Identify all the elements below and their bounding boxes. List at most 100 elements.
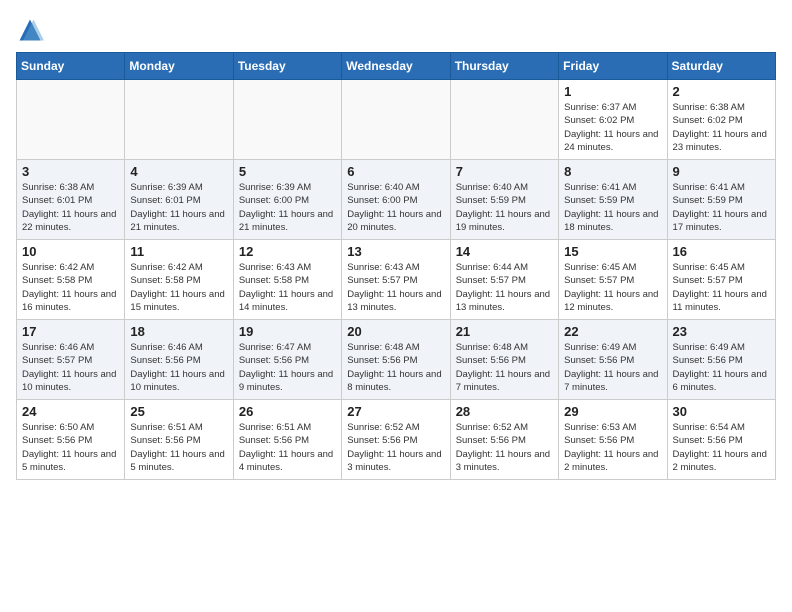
calendar-week-3: 10 Sunrise: 6:42 AM Sunset: 5:58 PM Dayli… (17, 240, 776, 320)
day-info: Sunrise: 6:48 AM Sunset: 5:56 PM Dayligh… (456, 341, 553, 394)
day-info: Sunrise: 6:51 AM Sunset: 5:56 PM Dayligh… (130, 421, 227, 474)
page-header (16, 16, 776, 44)
day-number: 1 (564, 84, 661, 99)
day-number: 16 (673, 244, 770, 259)
day-number: 9 (673, 164, 770, 179)
calendar-cell: 7 Sunrise: 6:40 AM Sunset: 5:59 PM Daylig… (450, 160, 558, 240)
calendar-week-5: 24 Sunrise: 6:50 AM Sunset: 5:56 PM Dayli… (17, 400, 776, 480)
col-header-wednesday: Wednesday (342, 53, 450, 80)
calendar-cell: 8 Sunrise: 6:41 AM Sunset: 5:59 PM Daylig… (559, 160, 667, 240)
day-number: 22 (564, 324, 661, 339)
day-info: Sunrise: 6:39 AM Sunset: 6:01 PM Dayligh… (130, 181, 227, 234)
day-number: 15 (564, 244, 661, 259)
calendar-cell: 2Sunrise: 6:38 AM Sunset: 6:02 PM Daylig… (667, 80, 775, 160)
calendar-week-2: 3 Sunrise: 6:38 AM Sunset: 6:01 PM Daylig… (17, 160, 776, 240)
day-number: 29 (564, 404, 661, 419)
day-info: Sunrise: 6:37 AM Sunset: 6:02 PM Dayligh… (564, 101, 661, 154)
day-info: Sunrise: 6:52 AM Sunset: 5:56 PM Dayligh… (456, 421, 553, 474)
day-number: 20 (347, 324, 444, 339)
day-number: 11 (130, 244, 227, 259)
day-info: Sunrise: 6:38 AM Sunset: 6:02 PM Dayligh… (673, 101, 770, 154)
day-info: Sunrise: 6:49 AM Sunset: 5:56 PM Dayligh… (673, 341, 770, 394)
day-number: 25 (130, 404, 227, 419)
calendar-cell: 21Sunrise: 6:48 AM Sunset: 5:56 PM Dayli… (450, 320, 558, 400)
day-number: 10 (22, 244, 119, 259)
calendar-cell: 23 Sunrise: 6:49 AM Sunset: 5:56 PM Dayli… (667, 320, 775, 400)
calendar-cell: 4Sunrise: 6:39 AM Sunset: 6:01 PM Daylig… (125, 160, 233, 240)
day-info: Sunrise: 6:46 AM Sunset: 5:57 PM Dayligh… (22, 341, 119, 394)
day-number: 18 (130, 324, 227, 339)
calendar-week-1: 1 Sunrise: 6:37 AM Sunset: 6:02 PM Daylig… (17, 80, 776, 160)
day-number: 5 (239, 164, 336, 179)
calendar-week-4: 17Sunrise: 6:46 AM Sunset: 5:57 PM Dayli… (17, 320, 776, 400)
logo-icon (16, 16, 44, 44)
col-header-sunday: Sunday (17, 53, 125, 80)
day-number: 19 (239, 324, 336, 339)
day-info: Sunrise: 6:49 AM Sunset: 5:56 PM Dayligh… (564, 341, 661, 394)
day-number: 12 (239, 244, 336, 259)
day-info: Sunrise: 6:54 AM Sunset: 5:56 PM Dayligh… (673, 421, 770, 474)
calendar-cell: 30Sunrise: 6:54 AM Sunset: 5:56 PM Dayli… (667, 400, 775, 480)
day-number: 7 (456, 164, 553, 179)
calendar-cell: 10Sunrise: 6:42 AM Sunset: 5:58 PM Dayli… (17, 240, 125, 320)
col-header-tuesday: Tuesday (233, 53, 341, 80)
calendar-cell: 22 Sunrise: 6:49 AM Sunset: 5:56 PM Dayli… (559, 320, 667, 400)
day-info: Sunrise: 6:39 AM Sunset: 6:00 PM Dayligh… (239, 181, 336, 234)
calendar-table: SundayMondayTuesdayWednesdayThursdayFrid… (16, 52, 776, 480)
col-header-thursday: Thursday (450, 53, 558, 80)
day-number: 3 (22, 164, 119, 179)
day-number: 8 (564, 164, 661, 179)
calendar-cell: 17Sunrise: 6:46 AM Sunset: 5:57 PM Dayli… (17, 320, 125, 400)
calendar-cell (233, 80, 341, 160)
calendar-cell: 14 Sunrise: 6:44 AM Sunset: 5:57 PM Dayli… (450, 240, 558, 320)
day-info: Sunrise: 6:50 AM Sunset: 5:56 PM Dayligh… (22, 421, 119, 474)
calendar-cell: 13 Sunrise: 6:43 AM Sunset: 5:57 PM Dayli… (342, 240, 450, 320)
calendar-cell: 25 Sunrise: 6:51 AM Sunset: 5:56 PM Dayli… (125, 400, 233, 480)
calendar-cell: 24 Sunrise: 6:50 AM Sunset: 5:56 PM Dayli… (17, 400, 125, 480)
day-number: 14 (456, 244, 553, 259)
calendar-cell: 1 Sunrise: 6:37 AM Sunset: 6:02 PM Daylig… (559, 80, 667, 160)
day-info: Sunrise: 6:48 AM Sunset: 5:56 PM Dayligh… (347, 341, 444, 394)
calendar-cell: 6Sunrise: 6:40 AM Sunset: 6:00 PM Daylig… (342, 160, 450, 240)
col-header-saturday: Saturday (667, 53, 775, 80)
day-number: 23 (673, 324, 770, 339)
logo (16, 16, 48, 44)
calendar-cell: 19 Sunrise: 6:47 AM Sunset: 5:56 PM Dayli… (233, 320, 341, 400)
day-info: Sunrise: 6:41 AM Sunset: 5:59 PM Dayligh… (564, 181, 661, 234)
day-number: 24 (22, 404, 119, 419)
day-info: Sunrise: 6:43 AM Sunset: 5:58 PM Dayligh… (239, 261, 336, 314)
calendar-cell: 9 Sunrise: 6:41 AM Sunset: 5:59 PM Daylig… (667, 160, 775, 240)
day-info: Sunrise: 6:38 AM Sunset: 6:01 PM Dayligh… (22, 181, 119, 234)
calendar-cell: 27Sunrise: 6:52 AM Sunset: 5:56 PM Dayli… (342, 400, 450, 480)
day-number: 27 (347, 404, 444, 419)
calendar-cell (125, 80, 233, 160)
day-number: 28 (456, 404, 553, 419)
calendar-cell: 3 Sunrise: 6:38 AM Sunset: 6:01 PM Daylig… (17, 160, 125, 240)
day-info: Sunrise: 6:47 AM Sunset: 5:56 PM Dayligh… (239, 341, 336, 394)
day-info: Sunrise: 6:53 AM Sunset: 5:56 PM Dayligh… (564, 421, 661, 474)
day-info: Sunrise: 6:42 AM Sunset: 5:58 PM Dayligh… (130, 261, 227, 314)
day-info: Sunrise: 6:45 AM Sunset: 5:57 PM Dayligh… (673, 261, 770, 314)
calendar-cell: 12 Sunrise: 6:43 AM Sunset: 5:58 PM Dayli… (233, 240, 341, 320)
day-number: 13 (347, 244, 444, 259)
calendar-cell: 5 Sunrise: 6:39 AM Sunset: 6:00 PM Daylig… (233, 160, 341, 240)
calendar-cell: 18Sunrise: 6:46 AM Sunset: 5:56 PM Dayli… (125, 320, 233, 400)
col-header-monday: Monday (125, 53, 233, 80)
calendar-cell (342, 80, 450, 160)
day-info: Sunrise: 6:44 AM Sunset: 5:57 PM Dayligh… (456, 261, 553, 314)
calendar-cell: 29 Sunrise: 6:53 AM Sunset: 5:56 PM Dayli… (559, 400, 667, 480)
day-info: Sunrise: 6:43 AM Sunset: 5:57 PM Dayligh… (347, 261, 444, 314)
calendar-cell (450, 80, 558, 160)
day-info: Sunrise: 6:51 AM Sunset: 5:56 PM Dayligh… (239, 421, 336, 474)
calendar-body: 1 Sunrise: 6:37 AM Sunset: 6:02 PM Daylig… (17, 80, 776, 480)
calendar-cell: 11 Sunrise: 6:42 AM Sunset: 5:58 PM Dayli… (125, 240, 233, 320)
day-info: Sunrise: 6:40 AM Sunset: 5:59 PM Dayligh… (456, 181, 553, 234)
calendar-cell: 16 Sunrise: 6:45 AM Sunset: 5:57 PM Dayli… (667, 240, 775, 320)
day-info: Sunrise: 6:45 AM Sunset: 5:57 PM Dayligh… (564, 261, 661, 314)
day-number: 26 (239, 404, 336, 419)
day-info: Sunrise: 6:41 AM Sunset: 5:59 PM Dayligh… (673, 181, 770, 234)
day-info: Sunrise: 6:40 AM Sunset: 6:00 PM Dayligh… (347, 181, 444, 234)
calendar-cell (17, 80, 125, 160)
calendar-header-row: SundayMondayTuesdayWednesdayThursdayFrid… (17, 53, 776, 80)
col-header-friday: Friday (559, 53, 667, 80)
